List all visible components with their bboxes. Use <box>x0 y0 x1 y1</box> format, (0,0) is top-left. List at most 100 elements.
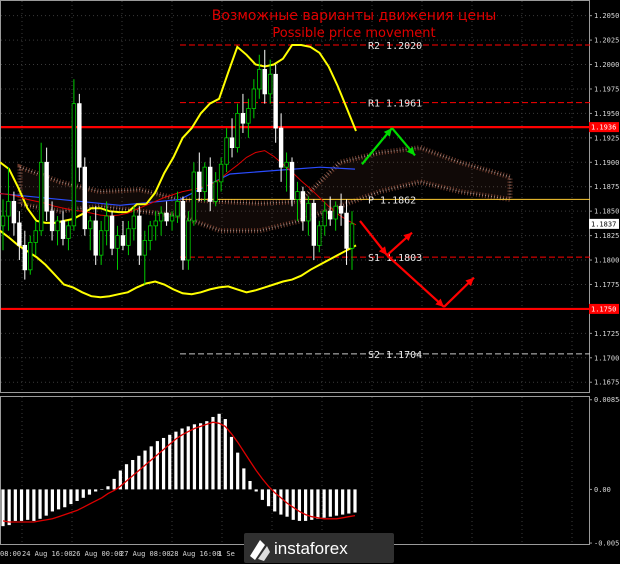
candle-bullish <box>295 191 300 200</box>
price-tick-label: 1.1800 <box>594 257 619 265</box>
candle-bearish <box>77 103 82 168</box>
price-chart: R2 1.2020R1 1.1961P 1.1862S1 1.1803S2 1.… <box>0 0 620 564</box>
macd-histogram-bar <box>242 468 246 490</box>
candle-bearish <box>17 222 22 246</box>
macd-histogram-bar <box>211 416 215 490</box>
pivot-label: R1 1.1961 <box>368 99 422 110</box>
macd-histogram-bar <box>353 489 357 513</box>
candle-bearish <box>338 205 344 214</box>
candle-bullish <box>38 161 44 232</box>
macd-histogram-bar <box>94 489 98 492</box>
macd-histogram-bar <box>149 446 153 490</box>
candle-bullish <box>142 240 147 256</box>
pivot-label: P 1.1862 <box>368 195 416 206</box>
price-tag-label: 1.1936 <box>591 124 616 132</box>
price-tick-label: 1.1850 <box>594 208 619 216</box>
macd-histogram-bar <box>38 489 42 519</box>
macd-histogram-bar <box>19 489 24 521</box>
macd-histogram-bar <box>32 489 36 521</box>
macd-histogram-bar <box>161 437 166 490</box>
macd-histogram-bar <box>69 489 73 505</box>
price-tick-label: 1.1875 <box>594 183 619 191</box>
time-tick-label: 1 Se <box>218 550 235 558</box>
candle-bearish <box>82 166 87 230</box>
macd-histogram-bar <box>106 486 110 490</box>
watermark-text: instaforex <box>274 539 348 558</box>
candle-bullish <box>28 242 33 271</box>
candle-bearish <box>197 171 202 193</box>
macd-histogram-bar <box>143 450 147 490</box>
macd-histogram-bar <box>155 441 159 490</box>
candle-bearish <box>311 202 317 246</box>
candle-bearish <box>240 113 246 124</box>
macd-histogram-bar <box>112 478 116 490</box>
candle-bearish <box>22 244 28 271</box>
price-tick-label: 1.2000 <box>594 61 619 69</box>
candle-bullish <box>71 103 77 227</box>
macd-histogram-bar <box>266 489 271 507</box>
price-tick-label: 1.2050 <box>594 12 619 20</box>
candle-bullish <box>306 202 311 222</box>
candle-bullish <box>66 225 71 239</box>
time-tick-label: 26 Aug 00:00 <box>72 550 123 558</box>
macd-histogram-bar <box>328 489 332 517</box>
time-tick-label: 24 Aug 16:00 <box>22 550 73 558</box>
candle-bearish <box>60 220 66 239</box>
candle-bullish <box>104 215 109 232</box>
candle-bearish <box>278 127 284 168</box>
candle-bullish <box>33 230 38 243</box>
candle-bullish <box>153 220 158 227</box>
candle-bullish <box>158 212 164 222</box>
time-tick-label: 08:00 <box>0 550 21 558</box>
macd-histogram-bar <box>7 489 11 526</box>
macd-histogram-bar <box>223 419 227 490</box>
price-tick-label: 1.1725 <box>594 330 619 338</box>
macd-histogram-bar <box>63 489 67 508</box>
candle-bearish <box>49 210 55 232</box>
price-tick-label: 1.1675 <box>594 379 619 387</box>
candle-bullish <box>251 88 257 109</box>
candle-bullish <box>246 108 251 124</box>
time-axis: 08:00 24 Aug 16:00 26 Aug 00:0027 Aug 08:0… <box>0 550 235 558</box>
candle-bullish <box>218 163 224 183</box>
price-tick-label: 1.1975 <box>594 85 619 93</box>
candle-bearish <box>229 137 235 149</box>
candle-bearish <box>44 161 49 212</box>
candle-bearish <box>180 200 186 261</box>
macd-histogram-bar <box>87 489 92 495</box>
price-tag-label: 1.1837 <box>591 220 616 228</box>
candle-bullish <box>213 181 218 202</box>
candle-bullish <box>191 171 197 222</box>
candle-bearish <box>289 161 295 200</box>
instaforex-watermark: instaforex <box>244 533 394 563</box>
macd-histogram-bar <box>310 489 314 520</box>
pivot-label: R2 1.2020 <box>368 41 422 52</box>
candle-bearish <box>273 73 278 129</box>
macd-histogram-bar <box>297 489 302 521</box>
macd-histogram-bar <box>75 489 79 501</box>
macd-histogram-bar <box>217 413 221 490</box>
candle-bullish <box>131 215 137 230</box>
price-tick-label: 1.2025 <box>594 37 619 45</box>
candle-bearish <box>11 200 17 224</box>
macd-histogram-bar <box>205 421 209 490</box>
price-tag-label: 1.1750 <box>591 305 616 313</box>
candle-bearish <box>93 220 98 256</box>
candle-bearish <box>164 212 169 222</box>
candle-bullish <box>349 223 355 249</box>
macd-histogram-bar <box>254 489 258 492</box>
candle-bullish <box>257 69 262 90</box>
candle-bullish <box>317 225 322 246</box>
candle-bullish <box>115 235 120 249</box>
macd-histogram-bar <box>186 426 190 490</box>
candle-bullish <box>224 137 229 165</box>
candle-bearish <box>208 166 213 202</box>
candle-bullish <box>284 161 289 168</box>
macd-histogram-bar <box>291 489 295 520</box>
macd-histogram-bar <box>279 489 283 515</box>
macd-histogram-bar <box>124 464 129 490</box>
macd-histogram-bar <box>334 489 339 516</box>
candle-bullish <box>235 113 240 149</box>
macd-histogram-bar <box>229 436 234 490</box>
macd-histogram-bar <box>248 481 252 490</box>
